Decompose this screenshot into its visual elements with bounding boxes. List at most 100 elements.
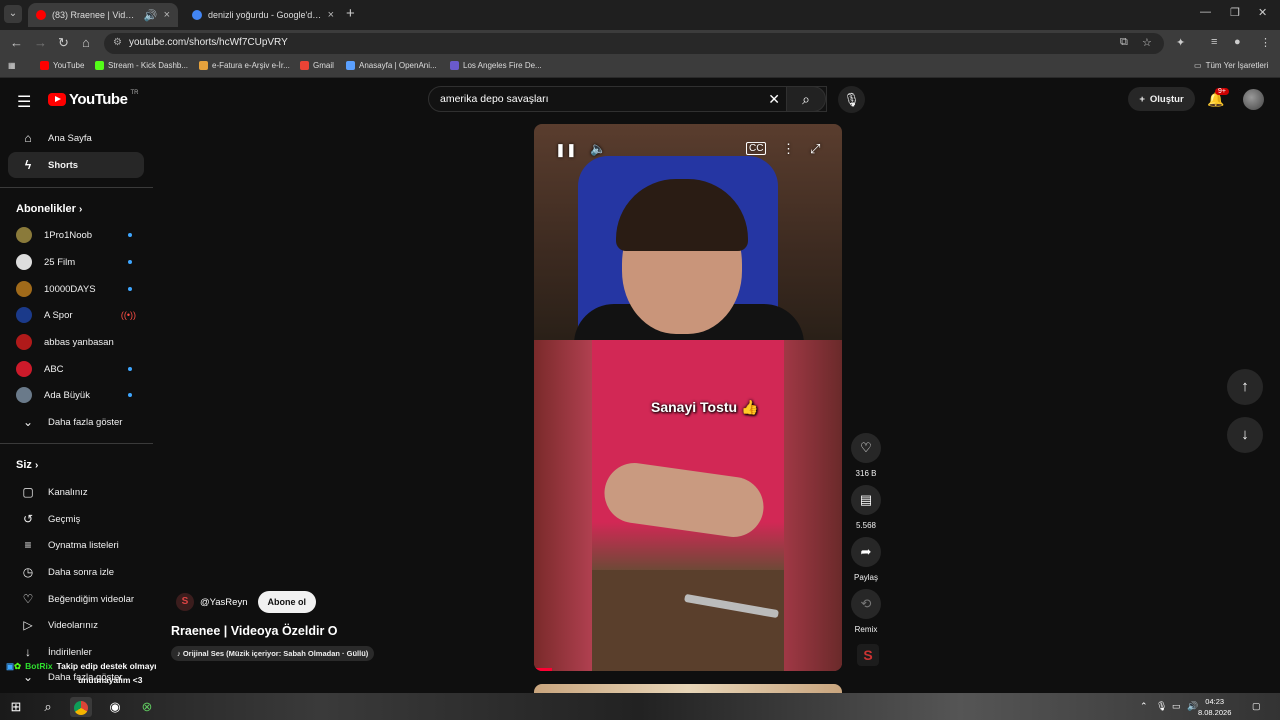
sidebar-sub[interactable]: 25 Film [8, 249, 144, 275]
like-button[interactable]: ♡ 316 B [851, 433, 881, 478]
tab-title: denizli yoğurdu - Google'da A [208, 10, 322, 20]
chat-overlay-line2: unutmayalım <3 [78, 675, 143, 685]
thumbs-up-icon: ♡ [22, 592, 34, 606]
badge-icon: ▣ [6, 661, 15, 671]
search-icon[interactable]: ⌕ [37, 697, 59, 717]
share-button[interactable]: ➦ Paylaş [851, 537, 881, 582]
fullscreen-icon[interactable]: ⤢ [810, 141, 820, 157]
chevron-down-icon: ⌄ [22, 415, 34, 429]
account-avatar[interactable] [1243, 89, 1264, 110]
previous-short-button[interactable]: ↑ [1227, 369, 1263, 405]
sidebar-item-home[interactable]: ⌂ Ana Sayfa [8, 125, 144, 151]
new-tab-button[interactable]: + [346, 5, 355, 22]
bookmark-star-icon[interactable]: ☆ [1142, 36, 1152, 49]
remix-button[interactable]: ⟲ Remix [851, 589, 881, 634]
volume-tray-icon[interactable]: 🔊 [1187, 701, 1198, 712]
bookmark-gmail[interactable]: Gmail [300, 61, 334, 70]
tab-google[interactable]: denizli yoğurdu - Google'da A × [184, 3, 342, 27]
bookmark-youtube[interactable]: YouTube [40, 61, 84, 70]
hamburger-menu-icon[interactable]: ☰ [17, 92, 31, 112]
bookmark-lafd[interactable]: Los Angeles Fire De... [450, 61, 542, 70]
site-info-icon[interactable]: ⚙ [113, 37, 122, 48]
browser-menu-icon[interactable]: ⋮ [1260, 36, 1271, 49]
arrow-up-icon: ↑ [1241, 378, 1249, 395]
notifications-bell-icon[interactable]: 🔔 9+ [1207, 88, 1229, 108]
sidebar-sub[interactable]: abbas yanbasan [8, 329, 144, 355]
comment-icon: ▤ [851, 485, 881, 515]
extensions-icon[interactable]: ✦ [1176, 36, 1185, 49]
all-bookmarks[interactable]: ▭ Tüm Yer İşaretleri [1194, 61, 1268, 70]
chrome-icon[interactable] [70, 697, 92, 717]
mic-tray-icon[interactable]: 🎙 [1156, 701, 1167, 712]
restore-icon[interactable]: ❐ [1230, 6, 1240, 19]
comments-button[interactable]: ▤ 5.568 [851, 485, 881, 530]
subscriptions-header[interactable]: Abonelikler › [16, 203, 82, 215]
you-header[interactable]: Siz › [16, 459, 38, 471]
next-short-button[interactable]: ↓ [1227, 417, 1263, 453]
back-icon[interactable]: ← [10, 35, 23, 50]
shorts-player[interactable]: Sanayi Tostu 👍 ❚❚ 🔈 CC ⋮ ⤢ [534, 124, 842, 671]
network-icon[interactable]: ▭ [1172, 701, 1181, 712]
windows-start-icon[interactable]: ⊞ [5, 697, 27, 717]
sidebar-item-liked[interactable]: ♡ Beğendiğim videolar [8, 586, 144, 612]
xbox-icon[interactable]: ⊗ [136, 697, 158, 717]
youtube-logo[interactable]: YouTube TR [48, 90, 138, 108]
tab-close-icon[interactable]: × [328, 9, 334, 21]
home-browser-icon[interactable]: ⌂ [82, 35, 90, 50]
search-input[interactable]: amerika depo savaşları [440, 93, 549, 105]
notification-center-icon[interactable]: ▢ [1252, 701, 1261, 712]
speaker-icon[interactable]: 🔊 [144, 9, 158, 22]
audio-thumbnail[interactable]: S [857, 644, 879, 666]
captions-icon[interactable]: CC [746, 142, 767, 155]
subscribe-button[interactable]: Abone ol [257, 591, 316, 613]
profile-icon[interactable]: ● [1234, 36, 1241, 48]
sidebar-item-your-videos[interactable]: ▷ Videolarınız [8, 612, 144, 638]
sidebar-item-playlists[interactable]: ≡ Oynatma listeleri [8, 532, 144, 558]
url-text[interactable]: youtube.com/shorts/hcWf7CUpVRY [129, 37, 288, 48]
channel-name[interactable]: @YasReyn [200, 597, 248, 608]
sidebar-sub[interactable]: Ada Büyük [8, 382, 144, 408]
sidebar-sub[interactable]: 10000DAYS [8, 276, 144, 302]
bookmark-efatura[interactable]: e-Fatura e-Arşiv e-İr... [199, 61, 290, 70]
clock[interactable]: 04:23 8.08.2026 [1198, 696, 1231, 718]
create-button[interactable]: + Oluştur [1128, 87, 1195, 111]
notification-badge: 9+ [1215, 88, 1229, 95]
sidebar-item-channel[interactable]: ▢ Kanalınız [8, 479, 144, 505]
obs-icon[interactable]: ◉ [104, 697, 126, 717]
clear-search-icon[interactable]: ✕ [768, 91, 780, 108]
omnibox[interactable]: ⚙ youtube.com/shorts/hcWf7CUpVRY ⧉ ☆ [104, 33, 1164, 54]
reload-icon[interactable]: ↻ [58, 35, 69, 51]
sidebar-item-watch-later[interactable]: ◷ Daha sonra izle [8, 559, 144, 585]
divider [0, 187, 153, 188]
tab-youtube[interactable]: (83) Rraenee | Videoya Özel 🔊 × [28, 3, 178, 27]
video-clip [534, 340, 842, 671]
search-box[interactable]: amerika depo savaşları ✕ ⌕ [428, 86, 827, 112]
sidebar-item-history[interactable]: ↺ Geçmiş [8, 506, 144, 532]
more-options-icon[interactable]: ⋮ [782, 141, 795, 157]
pause-icon[interactable]: ❚❚ [555, 142, 577, 158]
bookmark-openani[interactable]: Anasayfa | OpenAni... [346, 61, 437, 70]
audio-pill[interactable]: ♪ Orijinal Ses (Müzik içeriyor: Sabah Ol… [171, 646, 375, 661]
show-more-button[interactable]: ⌄ Daha fazla göster [8, 409, 144, 435]
video-title[interactable]: Rraenee | Videoya Özeldir O [171, 624, 338, 638]
install-app-icon[interactable]: ⧉ [1120, 36, 1128, 49]
volume-icon[interactable]: 🔈 [590, 141, 606, 157]
tab-search-icon[interactable]: ⌄ [4, 5, 22, 23]
remix-icon: ⟲ [851, 589, 881, 619]
bookmark-kick[interactable]: Stream - Kick Dashb... [95, 61, 188, 70]
forward-icon[interactable]: → [34, 35, 47, 50]
search-button[interactable]: ⌕ [786, 86, 826, 112]
sidebar-item-shorts[interactable]: ϟ Shorts [8, 152, 144, 178]
tab-close-icon[interactable]: × [164, 9, 170, 21]
media-control-icon[interactable]: ≡ [1211, 36, 1217, 48]
tray-chevron-icon[interactable]: ⌃ [1140, 701, 1148, 712]
minimize-icon[interactable]: — [1200, 6, 1211, 18]
channel-avatar[interactable]: S [176, 593, 194, 611]
sidebar-sub[interactable]: ABC [8, 356, 144, 382]
close-window-icon[interactable]: ✕ [1258, 6, 1267, 19]
sidebar-sub[interactable]: 1Pro1Noob [8, 222, 144, 248]
apps-grid-icon[interactable]: ▦ [8, 61, 16, 70]
voice-search-icon[interactable]: 🎙 [838, 86, 865, 113]
sidebar-sub[interactable]: A Spor ((•)) [8, 302, 144, 328]
progress-bar[interactable] [534, 668, 553, 671]
